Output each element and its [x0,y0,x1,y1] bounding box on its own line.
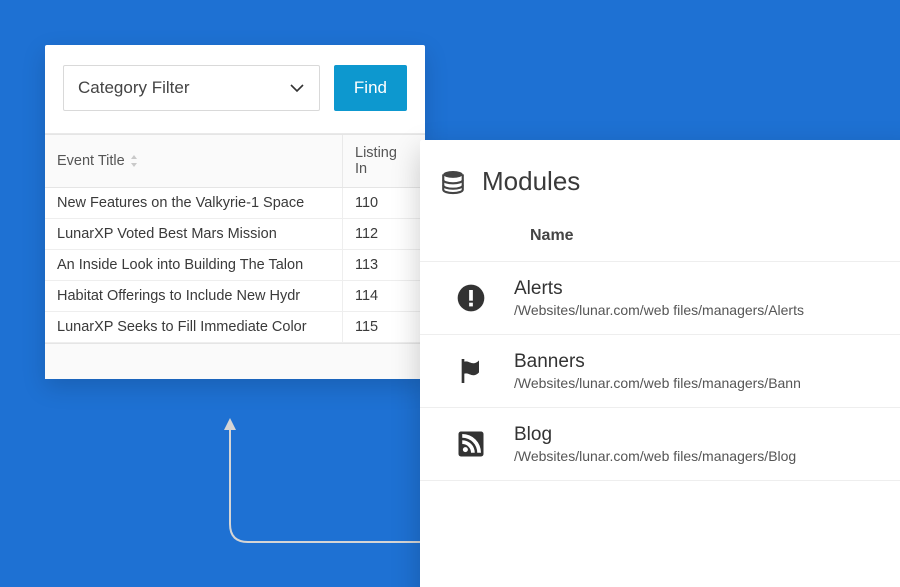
modules-title: Modules [482,166,580,197]
col-event-title[interactable]: Event Title [45,135,343,187]
module-text: Alerts /Websites/lunar.com/web files/man… [514,278,804,318]
cell-title: Habitat Offerings to Include New Hydr [45,281,343,311]
module-path: /Websites/lunar.com/web files/managers/B… [514,448,796,464]
cell-listing: 115 [343,312,425,342]
alert-icon [452,279,490,317]
table-row[interactable]: Habitat Offerings to Include New Hydr 11… [45,281,425,312]
cell-listing: 113 [343,250,425,280]
module-text: Blog /Websites/lunar.com/web files/manag… [514,424,796,464]
modules-column-name: Name [420,227,900,262]
col-event-title-label: Event Title [57,153,125,169]
module-row-alerts[interactable]: Alerts /Websites/lunar.com/web files/man… [420,262,900,335]
table-header: Event Title Listing In [45,134,425,188]
cell-listing: 112 [343,219,425,249]
module-row-banners[interactable]: Banners /Websites/lunar.com/web files/ma… [420,335,900,408]
table-row[interactable]: LunarXP Seeks to Fill Immediate Color 11… [45,312,425,343]
cell-listing: 114 [343,281,425,311]
category-filter-select[interactable]: Category Filter [63,65,320,111]
category-filter-label: Category Filter [78,78,189,98]
module-name: Alerts [514,278,804,300]
flag-icon [452,352,490,390]
table-row[interactable]: New Features on the Valkyrie-1 Space 110 [45,188,425,219]
modules-header: Modules [420,140,900,227]
filter-toolbar: Category Filter Find [45,45,425,134]
module-path: /Websites/lunar.com/web files/managers/A… [514,302,804,318]
cell-title: An Inside Look into Building The Talon [45,250,343,280]
table-row[interactable]: An Inside Look into Building The Talon 1… [45,250,425,281]
module-name: Blog [514,424,796,446]
module-path: /Websites/lunar.com/web files/managers/B… [514,375,801,391]
cell-title: LunarXP Seeks to Fill Immediate Color [45,312,343,342]
find-button[interactable]: Find [334,65,407,111]
module-row-blog[interactable]: Blog /Websites/lunar.com/web files/manag… [420,408,900,481]
table-footer [45,343,425,379]
modules-panel: Modules Name Alerts /Websites/lunar.com/… [420,140,900,587]
events-filter-panel: Category Filter Find Event Title Listing… [45,45,425,379]
cell-listing: 110 [343,188,425,218]
sort-icon [129,155,139,167]
events-table: Event Title Listing In New Features on t… [45,134,425,379]
table-body: New Features on the Valkyrie-1 Space 110… [45,188,425,343]
chevron-down-icon [289,80,305,96]
database-icon [440,169,466,195]
module-text: Banners /Websites/lunar.com/web files/ma… [514,351,801,391]
rss-icon [452,425,490,463]
col-listing-in[interactable]: Listing In [343,135,425,187]
module-name: Banners [514,351,801,373]
col-listing-in-label: Listing In [355,145,413,177]
cell-title: LunarXP Voted Best Mars Mission [45,219,343,249]
table-row[interactable]: LunarXP Voted Best Mars Mission 112 [45,219,425,250]
cell-title: New Features on the Valkyrie-1 Space [45,188,343,218]
